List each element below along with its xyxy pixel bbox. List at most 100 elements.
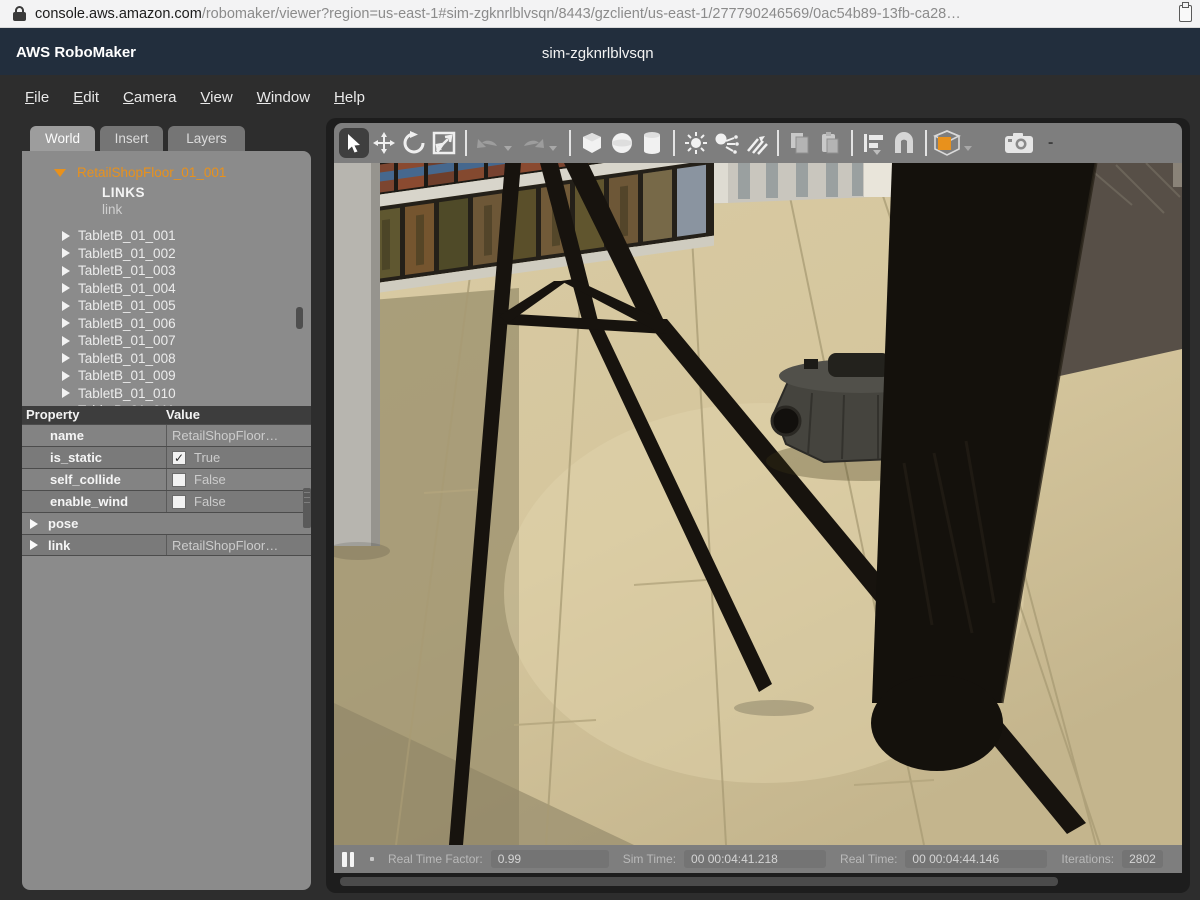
sim-time-label: Sim Time: [623, 852, 676, 866]
tree-item-label: TabletB_01_010 [78, 386, 176, 401]
caret-right-icon[interactable] [62, 388, 70, 398]
redo-dropdown-icon[interactable] [549, 146, 557, 151]
horizontal-scrollbar-thumb[interactable] [340, 877, 1058, 886]
redo-button[interactable] [518, 128, 548, 158]
prop-row-link[interactable]: link RetailShopFloor… [22, 534, 311, 556]
gazebo-viewport: - [326, 118, 1190, 893]
caret-right-icon[interactable] [30, 540, 38, 550]
col-value: Value [166, 406, 200, 424]
panel-splitter-grip[interactable] [303, 488, 311, 528]
tab-world[interactable]: World [30, 126, 95, 152]
translate-tool-button[interactable] [369, 128, 399, 158]
view-angle-button[interactable] [933, 128, 963, 158]
copy-button[interactable] [785, 128, 815, 158]
prop-row-is-static[interactable]: is_static ✓True [22, 446, 311, 468]
menu-view[interactable]: View [200, 89, 232, 106]
iterations-label: Iterations: [1061, 852, 1114, 866]
prop-label: name [22, 428, 166, 443]
tree-item-label: TabletB_01_003 [78, 263, 176, 278]
prop-label: pose [48, 516, 78, 531]
undo-button[interactable] [473, 128, 503, 158]
tree-item-label: TabletB_01_009 [78, 368, 176, 383]
tab-layers[interactable]: Layers [168, 126, 245, 152]
step-button[interactable] [370, 857, 374, 861]
pause-button[interactable] [342, 852, 356, 867]
browser-address-bar[interactable]: console.aws.amazon.com/robomaker/viewer?… [0, 0, 1200, 28]
menu-file[interactable]: File [25, 89, 49, 106]
screenshot-button[interactable] [1004, 128, 1034, 158]
tree-scrollbar-thumb[interactable] [296, 307, 303, 329]
property-table-header: Property Value [22, 406, 311, 424]
select-tool-button[interactable] [339, 128, 369, 158]
tree-item-root[interactable]: RetailShopFloor_01_001 [54, 165, 226, 180]
snap-button[interactable] [889, 128, 919, 158]
view-angle-dropdown-icon[interactable] [964, 146, 972, 151]
prop-value: RetailShopFloor… [166, 425, 311, 446]
prop-row-enable-wind[interactable]: enable_wind False [22, 490, 311, 512]
caret-right-icon[interactable] [62, 266, 70, 276]
tree-item-tablet[interactable]: TabletB_01_002 [62, 245, 176, 262]
checkbox-unchecked[interactable] [172, 495, 186, 509]
tree-item-tablet[interactable]: TabletB_01_007 [62, 332, 176, 349]
url[interactable]: console.aws.amazon.com/robomaker/viewer?… [35, 6, 961, 22]
caret-right-icon[interactable] [62, 301, 70, 311]
url-domain: console.aws.amazon.com [35, 6, 202, 22]
real-time-label: Real Time: [840, 852, 897, 866]
menu-help[interactable]: Help [334, 89, 365, 106]
tree-item-tablet[interactable]: TabletB_01_004 [62, 280, 176, 297]
menubar: File Edit Camera View Window Help [25, 89, 365, 106]
property-table: Property Value name RetailShopFloor… is_… [22, 406, 311, 556]
caret-right-icon[interactable] [62, 353, 70, 363]
align-button[interactable] [859, 128, 889, 158]
rtf-value: 0.99 [491, 850, 609, 868]
caret-right-icon[interactable] [62, 231, 70, 241]
tree-item-tablet[interactable]: TabletB_01_001 [62, 227, 176, 244]
checkbox-checked[interactable]: ✓ [172, 451, 186, 465]
insert-box-button[interactable] [577, 128, 607, 158]
rotate-tool-button[interactable] [399, 128, 429, 158]
paste-button[interactable] [815, 128, 845, 158]
prop-row-self-collide[interactable]: self_collide False [22, 468, 311, 490]
rtf-label: Real Time Factor: [388, 852, 483, 866]
3d-scene-view[interactable] [334, 163, 1182, 845]
tab-insert[interactable]: Insert [100, 126, 163, 152]
scale-tool-button[interactable] [429, 128, 459, 158]
menu-camera[interactable]: Camera [123, 89, 176, 106]
prop-row-pose[interactable]: pose [22, 512, 311, 534]
directional-light-button[interactable] [741, 128, 771, 158]
gazebo-toolbar: - [334, 123, 1182, 163]
tree-item-tablet[interactable]: TabletB_01_008 [62, 350, 176, 367]
tree-item-tablet[interactable]: TabletB_01_003 [62, 262, 176, 279]
tree-item-tablet[interactable]: TabletB_01_010 [62, 385, 176, 402]
caret-right-icon[interactable] [62, 336, 70, 346]
prop-label: link [48, 538, 70, 553]
aws-header: AWS RoboMaker sim-zgknrlblvsqn [0, 28, 1200, 75]
spot-light-button[interactable] [711, 128, 741, 158]
point-light-button[interactable] [681, 128, 711, 158]
tree-item-label: TabletB_01_001 [78, 228, 176, 243]
tree-item-tablet[interactable]: TabletB_01_006 [62, 315, 176, 332]
checkbox-unchecked[interactable] [172, 473, 186, 487]
menu-window[interactable]: Window [257, 89, 310, 106]
menu-edit[interactable]: Edit [73, 89, 99, 106]
caret-right-icon[interactable] [62, 283, 70, 293]
lock-icon[interactable] [13, 6, 26, 21]
tree-item-tablet[interactable]: TabletB_01_005 [62, 297, 176, 314]
caret-right-icon[interactable] [62, 371, 70, 381]
tree-item-label: TabletB_01_008 [78, 351, 176, 366]
insert-cylinder-button[interactable] [637, 128, 667, 158]
caret-down-icon[interactable] [54, 169, 66, 177]
undo-dropdown-icon[interactable] [504, 146, 512, 151]
tree-item-label: TabletB_01_004 [78, 281, 176, 296]
caret-right-icon[interactable] [62, 248, 70, 258]
tree-item-link[interactable]: link [102, 202, 122, 217]
iterations-value: 2802 [1122, 850, 1163, 868]
caret-right-icon[interactable] [62, 318, 70, 328]
tree-root-label[interactable]: RetailShopFloor_01_001 [77, 165, 226, 180]
insert-sphere-button[interactable] [607, 128, 637, 158]
prop-row-name[interactable]: name RetailShopFloor… [22, 424, 311, 446]
tree-item-tablet[interactable]: TabletB_01_009 [62, 367, 176, 384]
caret-right-icon[interactable] [30, 519, 38, 529]
clipboard-icon[interactable] [1179, 5, 1192, 22]
toolbar-overflow-button[interactable]: - [1048, 134, 1053, 152]
